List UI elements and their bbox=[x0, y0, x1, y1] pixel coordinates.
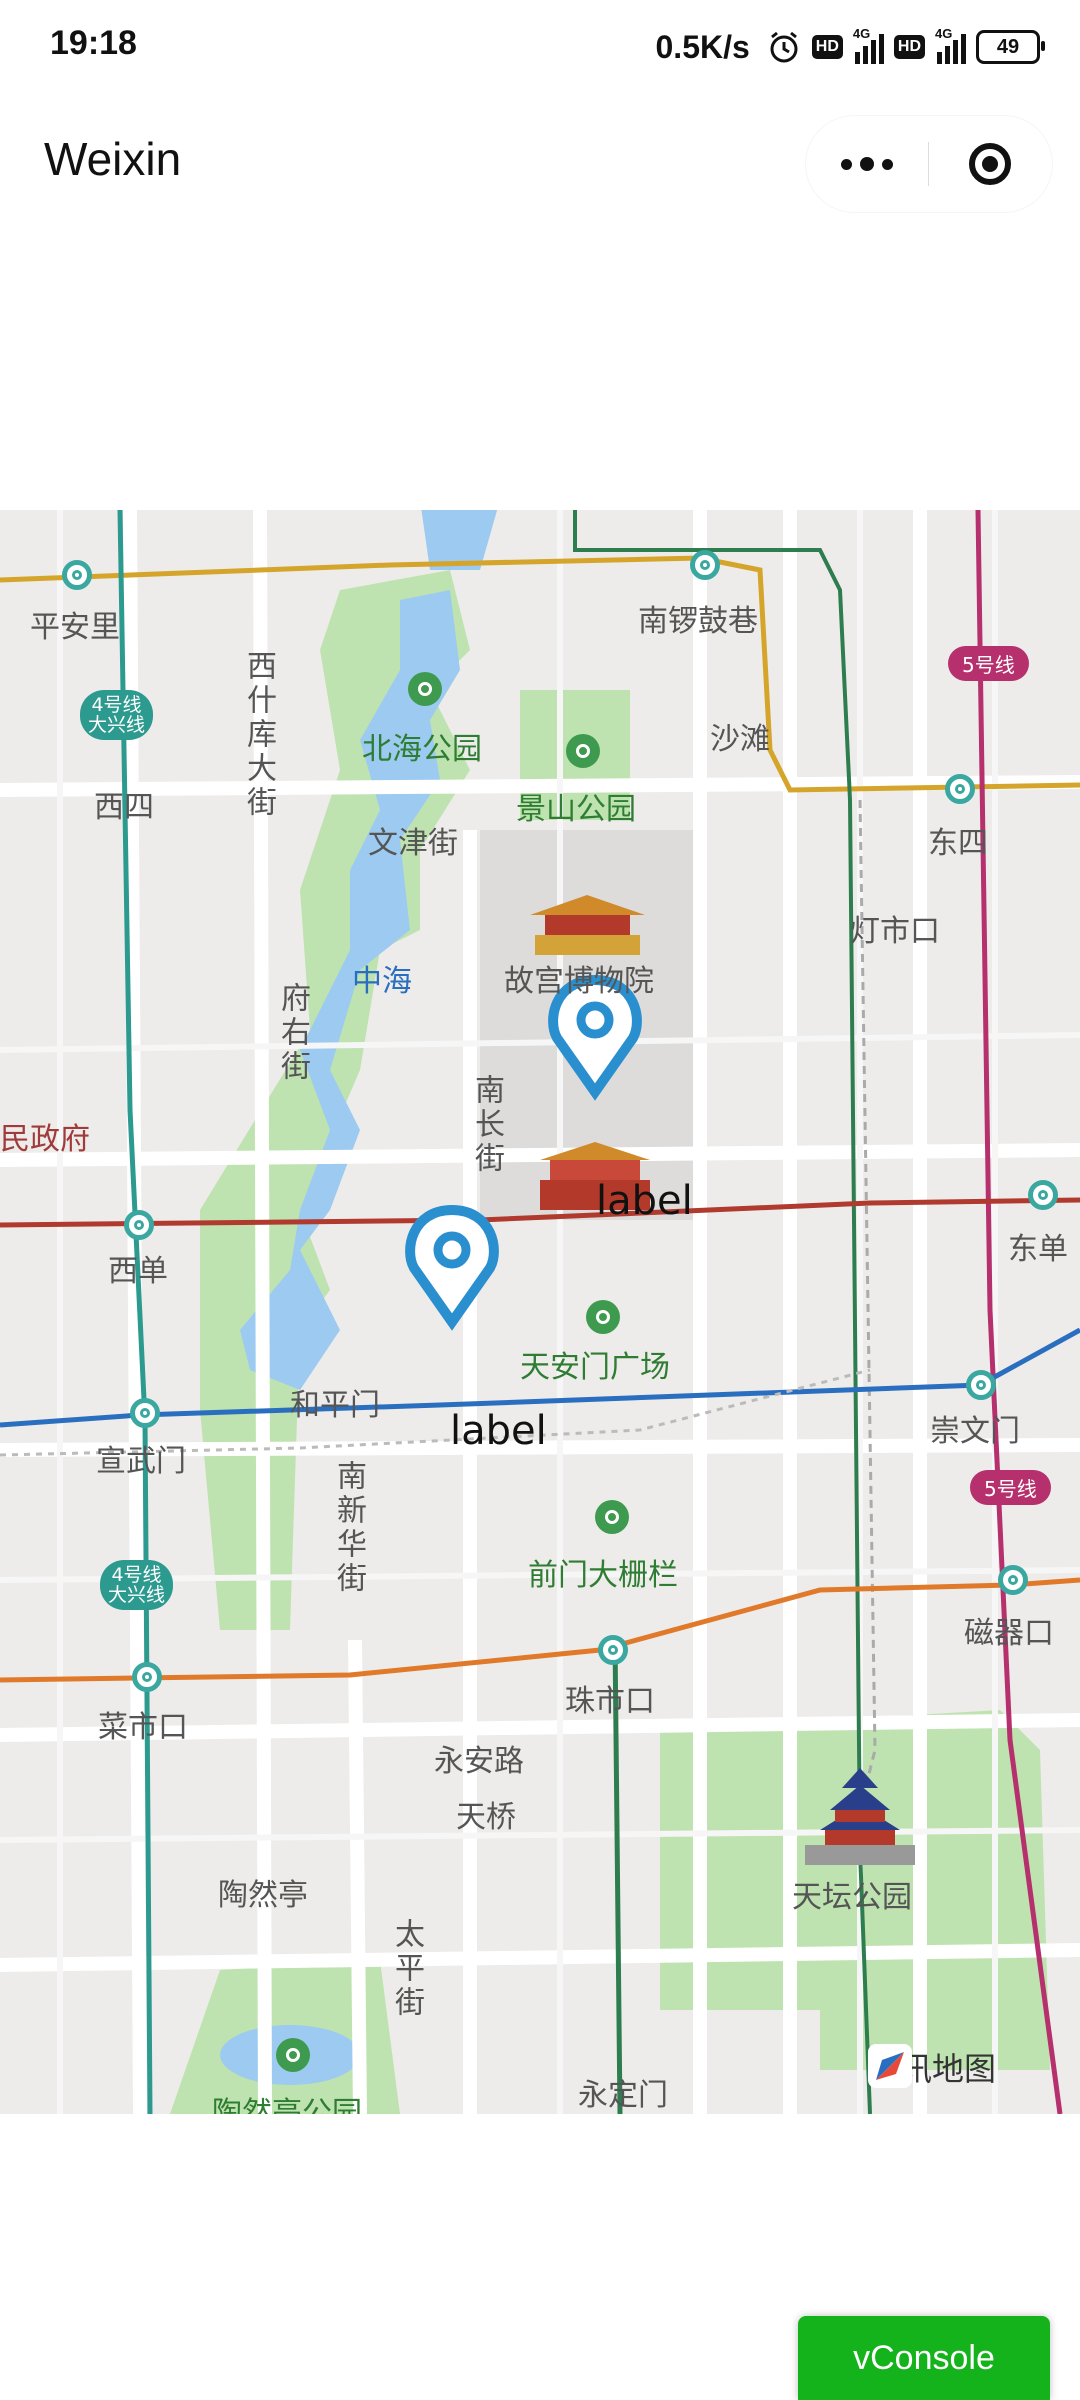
nav-bar: Weixin bbox=[0, 96, 1080, 226]
poi-label: 沙滩 bbox=[710, 722, 770, 757]
metro-line-badge: 4号线 大兴线 bbox=[80, 690, 154, 740]
poi-label: 太平街 bbox=[389, 1918, 424, 2020]
poi-label: 东单 bbox=[1008, 1232, 1068, 1267]
poi-label: 西四 bbox=[94, 790, 154, 825]
poi-label: 北海公园 bbox=[362, 732, 482, 767]
metro-station-icon bbox=[598, 1635, 628, 1665]
map-provider-logo: 腾讯地图 bbox=[868, 2044, 996, 2090]
metro-station-icon bbox=[62, 560, 92, 590]
vconsole-button[interactable]: vConsole bbox=[798, 2316, 1050, 2400]
map-view[interactable]: 4号线 大兴线 4号线 大兴线 5号线 5号线 平安里 南锣鼓巷 西什库大街 北… bbox=[0, 510, 1080, 2114]
poi-label: 西单 bbox=[108, 1254, 168, 1289]
poi-label: 灯市口 bbox=[850, 914, 940, 949]
page-title: Weixin bbox=[44, 133, 182, 185]
park-icon bbox=[408, 672, 442, 706]
network-type: 4G bbox=[852, 26, 871, 41]
poi-label: 陶然亭 bbox=[218, 1878, 308, 1913]
poi-label: 和平门 bbox=[290, 1388, 380, 1423]
poi-label: 府右街 bbox=[275, 982, 310, 1084]
hd-icon: HD bbox=[893, 35, 925, 59]
poi-label: 天桥 bbox=[456, 1800, 516, 1835]
more-button[interactable] bbox=[806, 116, 928, 212]
poi-label: 南新华街 bbox=[331, 1460, 366, 1596]
poi-label: 磁器口 bbox=[964, 1616, 1054, 1651]
poi-label: 前门大栅栏 bbox=[528, 1558, 678, 1593]
poi-label: 景山公园 bbox=[516, 792, 636, 827]
poi-label: 平安里 bbox=[30, 610, 120, 645]
tencent-map-icon bbox=[868, 2044, 912, 2088]
metro-station-icon bbox=[998, 1565, 1028, 1595]
map-canvas bbox=[0, 510, 1080, 2114]
park-icon bbox=[566, 734, 600, 768]
network-speed: 0.5K/s bbox=[655, 28, 750, 65]
poi-label: 文津街 bbox=[368, 826, 458, 861]
metro-station-icon bbox=[690, 550, 720, 580]
park-icon bbox=[276, 2038, 310, 2072]
battery-level: 49 bbox=[996, 35, 1020, 58]
metro-station-icon bbox=[1028, 1180, 1058, 1210]
poi-label: 故宫博物院 bbox=[504, 964, 654, 999]
miniprogram-capsule bbox=[806, 116, 1052, 212]
marker-label: label bbox=[450, 1408, 547, 1454]
network-type: 4G bbox=[935, 26, 953, 41]
metro-station-icon bbox=[966, 1370, 996, 1400]
metro-station-icon bbox=[130, 1398, 160, 1428]
close-button[interactable] bbox=[929, 116, 1051, 212]
poi-label: 天坛公园 bbox=[792, 1880, 912, 1915]
metro-station-icon bbox=[124, 1210, 154, 1240]
status-icons: 0.5K/s HD 4G HD 4G 49 bbox=[655, 22, 1045, 72]
metro-line-badge: 5号线 bbox=[970, 1470, 1051, 1505]
poi-label: 永安路 bbox=[434, 1744, 524, 1779]
poi-label: 东四 bbox=[928, 826, 988, 861]
poi-label: 永定门 bbox=[578, 2078, 668, 2113]
status-bar: 19:18 0.5K/s HD 4G HD 4G 49 bbox=[0, 0, 1080, 96]
battery-icon: 49 bbox=[976, 30, 1045, 64]
park-icon bbox=[586, 1300, 620, 1334]
metro-line-badge: 5号线 bbox=[948, 646, 1029, 681]
poi-label: 天安门广场 bbox=[520, 1350, 670, 1385]
poi-label: 中海 bbox=[352, 964, 412, 999]
poi-label: 南长街 bbox=[469, 1074, 504, 1176]
poi-label: 西什库大街 bbox=[241, 650, 276, 820]
metro-station-icon bbox=[132, 1662, 162, 1692]
poi-label: 崇文门 bbox=[930, 1414, 1020, 1449]
alarm-icon bbox=[766, 29, 802, 65]
hd-icon: HD bbox=[811, 35, 843, 59]
poi-label: 珠市口 bbox=[565, 1684, 655, 1719]
poi-label: 宣武门 bbox=[96, 1444, 186, 1479]
map-marker-icon bbox=[405, 1204, 499, 1331]
park-icon bbox=[595, 1500, 629, 1534]
metro-station-icon bbox=[945, 774, 975, 804]
poi-label: 菜市口 bbox=[98, 1710, 188, 1745]
poi-label: 民政府 bbox=[0, 1122, 90, 1157]
poi-label: 陶然亭公园 bbox=[212, 2096, 362, 2114]
signal-icon: 4G bbox=[935, 26, 966, 64]
status-time: 19:18 bbox=[50, 24, 137, 62]
signal-icon: 4G bbox=[853, 26, 884, 64]
target-icon bbox=[969, 143, 1011, 185]
marker-label: label bbox=[596, 1178, 693, 1224]
poi-label: 南锣鼓巷 bbox=[638, 604, 758, 639]
metro-line-badge: 4号线 大兴线 bbox=[100, 1560, 174, 1610]
